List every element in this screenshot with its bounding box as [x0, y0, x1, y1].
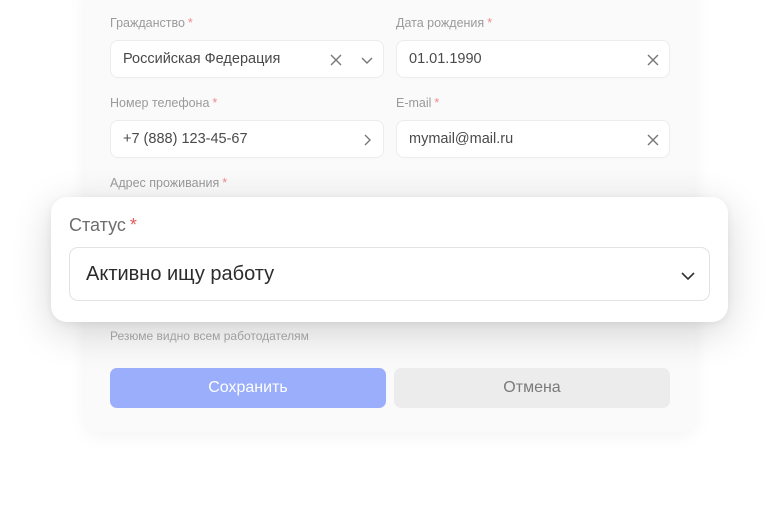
required-marker: *: [434, 96, 440, 110]
status-value: Активно ищу работу: [86, 263, 275, 285]
phone-value: +7 (888) 123-45-67: [123, 131, 248, 147]
status-select[interactable]: Активно ищу работу: [69, 247, 710, 301]
birthdate-value: 01.01.1990: [409, 51, 482, 67]
chevron-down-icon[interactable]: [680, 268, 696, 284]
required-marker: *: [187, 16, 193, 30]
phone-label: Номер телефона *: [110, 96, 217, 110]
required-marker: *: [487, 16, 493, 30]
status-popup: Статус * Активно ищу работу: [51, 197, 728, 322]
address-label-text: Адрес проживания: [110, 176, 220, 190]
email-label: E-mail *: [396, 96, 439, 110]
save-button[interactable]: Сохранить: [110, 368, 386, 408]
required-marker: *: [129, 215, 137, 235]
phone-field[interactable]: +7 (888) 123-45-67: [110, 120, 384, 158]
visibility-hint: Резюме видно всем работодателям: [110, 329, 309, 343]
citizenship-label: Гражданство *: [110, 16, 193, 30]
citizenship-select[interactable]: Российская Федерация: [110, 40, 384, 78]
status-label-text: Статус: [69, 215, 126, 235]
close-icon[interactable]: [646, 53, 660, 67]
birthdate-field[interactable]: 01.01.1990: [396, 40, 670, 78]
phone-label-text: Номер телефона: [110, 96, 210, 110]
birthdate-label-text: Дата рождения: [396, 16, 485, 30]
required-marker: *: [212, 96, 218, 110]
close-icon[interactable]: [329, 53, 343, 67]
birthdate-label: Дата рождения *: [396, 16, 492, 30]
address-label: Адрес проживания *: [110, 176, 227, 190]
email-field[interactable]: mymail@mail.ru: [396, 120, 670, 158]
chevron-down-icon[interactable]: [360, 53, 374, 67]
status-label: Статус *: [69, 215, 137, 236]
citizenship-value: Российская Федерация: [123, 51, 281, 67]
required-marker: *: [222, 176, 228, 190]
email-value: mymail@mail.ru: [409, 131, 514, 147]
close-icon[interactable]: [646, 133, 660, 147]
chevron-right-icon[interactable]: [360, 133, 374, 147]
cancel-button[interactable]: Отмена: [394, 368, 670, 408]
email-label-text: E-mail: [396, 96, 432, 110]
citizenship-label-text: Гражданство: [110, 16, 185, 30]
